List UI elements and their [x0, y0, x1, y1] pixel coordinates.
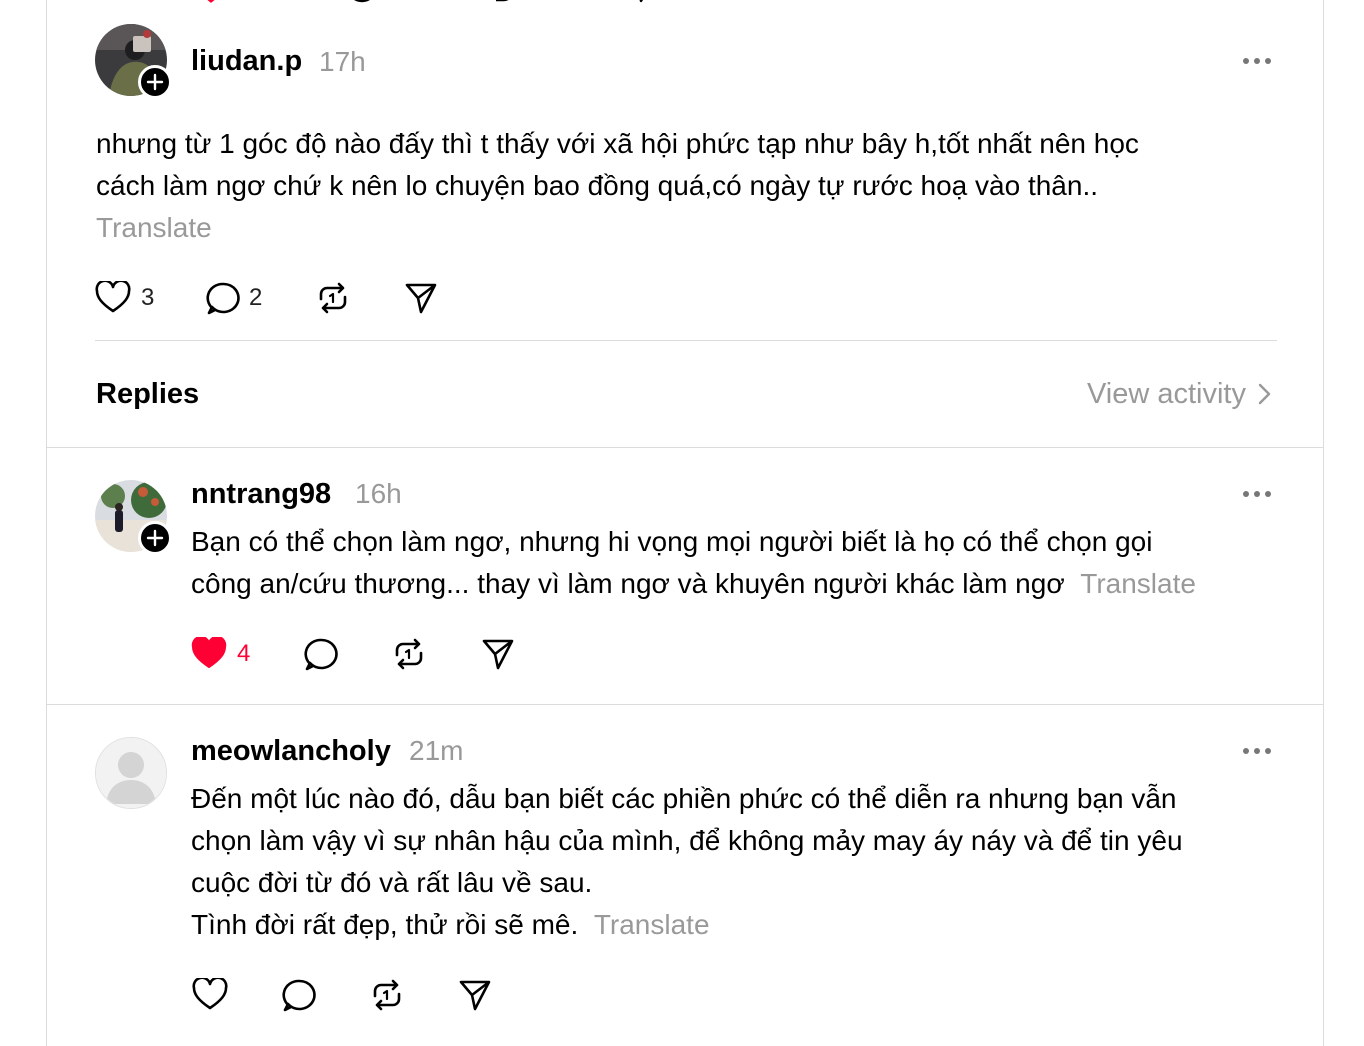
like-button[interactable] — [191, 635, 227, 675]
post-text-line: nhưng từ 1 góc độ nào đấy thì t thấy với… — [96, 128, 1139, 159]
reply-text-line: cuộc đời từ đó và rất lâu về sau. — [191, 867, 593, 898]
post-time: 17h — [319, 46, 366, 77]
post-username[interactable]: liudan.p — [191, 44, 302, 78]
share-icon — [482, 639, 514, 670]
divider — [47, 447, 1324, 448]
replies-heading: Replies — [96, 378, 200, 410]
comment-button[interactable] — [303, 637, 339, 676]
more-icon[interactable] — [1243, 746, 1273, 756]
comment-icon — [282, 979, 316, 1012]
comment-button[interactable] — [281, 978, 317, 1017]
reply-time: 16h — [355, 478, 402, 509]
divider — [95, 340, 1277, 341]
reply-text-line: Bạn có thể chọn làm ngơ, nhưng hi vọng m… — [191, 526, 1153, 557]
like-count: 4 — [237, 640, 251, 667]
more-icon[interactable] — [1243, 489, 1273, 499]
heart-icon — [191, 635, 227, 668]
like-count: 3 — [141, 284, 155, 311]
heart-icon[interactable] — [198, 0, 224, 9]
heart-icon — [95, 279, 131, 313]
reply-username[interactable]: nntrang98 — [191, 477, 331, 511]
view-activity-link[interactable]: View activity — [1087, 377, 1272, 411]
comment-button[interactable] — [205, 281, 241, 320]
comment-icon — [206, 282, 240, 315]
translate-link[interactable]: Translate — [594, 909, 710, 940]
translate-link[interactable]: Translate — [1080, 568, 1196, 599]
more-icon[interactable] — [1243, 56, 1273, 66]
reply-text-line: Đến một lúc nào đó, dẫu bạn biết các phi… — [191, 783, 1177, 814]
repost-button[interactable] — [369, 978, 405, 1017]
view-activity-label: View activity — [1086, 378, 1246, 410]
follow-plus-icon[interactable] — [138, 521, 172, 555]
repost-icon — [319, 282, 347, 314]
comment-icon — [304, 638, 338, 671]
follow-plus-icon[interactable] — [138, 65, 172, 99]
like-button[interactable] — [95, 279, 131, 319]
repost-icon — [373, 979, 401, 1011]
share-icon — [405, 283, 437, 314]
repost-icon[interactable] — [488, 0, 516, 9]
avatar[interactable] — [95, 737, 167, 809]
like-button[interactable] — [192, 976, 228, 1016]
heart-icon — [192, 976, 228, 1010]
reply-time: 21m — [409, 735, 464, 766]
share-icon[interactable] — [630, 0, 654, 9]
repost-button[interactable] — [391, 637, 427, 676]
reply-text-line: công an/cứu thương... thay vì làm ngơ và… — [191, 568, 1065, 599]
comment-icon[interactable] — [348, 0, 376, 9]
repost-button[interactable] — [315, 281, 351, 320]
chevron-right-icon — [1258, 383, 1271, 405]
share-button[interactable] — [458, 978, 492, 1017]
repost-icon — [395, 638, 423, 670]
post-body: nhưng từ 1 góc độ nào đấy thì t thấy với… — [96, 123, 1266, 249]
divider — [47, 704, 1324, 705]
share-icon — [459, 980, 491, 1011]
share-button[interactable] — [481, 637, 515, 676]
reply-body: Bạn có thể chọn làm ngơ, nhưng hi vọng m… — [191, 521, 1276, 605]
post-text-line: cách làm ngơ chứ k nên lo chuyện bao đồn… — [96, 170, 1099, 201]
reply-body: Đến một lúc nào đó, dẫu bạn biết các phi… — [191, 778, 1276, 946]
reply-text-line: chọn làm vậy vì sự nhân hậu của mình, để… — [191, 825, 1183, 856]
translate-link[interactable]: Translate — [96, 207, 1266, 249]
reply-count: 2 — [249, 284, 263, 311]
share-button[interactable] — [404, 281, 438, 320]
reply-text-line: Tình đời rất đẹp, thử rồi sẽ mê. — [191, 909, 579, 940]
reply-username[interactable]: meowlancholy — [191, 734, 391, 768]
